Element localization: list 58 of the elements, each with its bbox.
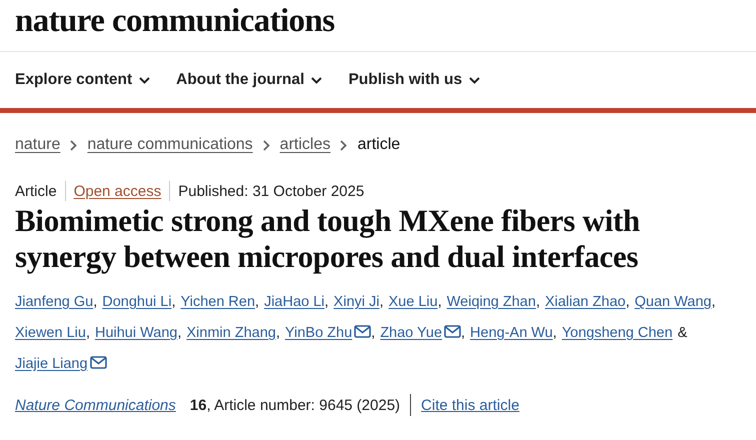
chevron-down-icon [311, 76, 322, 84]
author-link[interactable]: Jianfeng Gu [15, 294, 94, 310]
author-link[interactable]: Xue Liu [388, 294, 438, 310]
separator-text: , [86, 325, 90, 341]
author-link[interactable]: Yichen Ren [180, 294, 256, 310]
nav-menu-button[interactable]: Explore content [15, 71, 150, 89]
nav-menu-button[interactable]: Publish with us [348, 71, 480, 89]
separator-text: , [172, 294, 176, 310]
mail-icon[interactable] [354, 325, 372, 338]
author-link[interactable]: Xinyi Ji [334, 294, 380, 310]
author-link[interactable]: YinBo Zhu [284, 325, 352, 341]
cite-link[interactable]: Cite this article [421, 396, 520, 414]
separator-text: , [177, 325, 182, 341]
article-number: , Article number: 9645 (2025) [206, 396, 400, 414]
separator-text: , [711, 294, 716, 310]
author-link[interactable]: Zhao Yue [380, 325, 442, 341]
separator-text: , [93, 294, 98, 310]
separator-text: , [438, 294, 442, 310]
separator-text: , [324, 294, 329, 310]
author-link[interactable]: Quan Wang [634, 294, 712, 310]
open-access-link[interactable]: Open access [74, 182, 162, 200]
separator-text: , [536, 294, 540, 310]
author-link[interactable]: Xialian Zhao [544, 294, 626, 310]
chevron-right-icon [340, 140, 348, 150]
author-link[interactable]: Donghui Li [102, 294, 172, 310]
mail-icon[interactable] [90, 356, 107, 369]
breadcrumb-current: article [357, 136, 400, 154]
separator-text: , [276, 325, 280, 341]
author-link[interactable]: Xinmin Zhang [186, 325, 276, 341]
chevron-down-icon [469, 76, 480, 84]
separator-text: , [255, 294, 260, 310]
separator-text: , [379, 294, 384, 310]
author-link[interactable]: Huihui Wang [94, 325, 178, 341]
chevron-right-icon [262, 140, 270, 150]
author-link[interactable]: Weiqing Zhan [446, 294, 536, 310]
author-link[interactable]: Yongsheng Chen [562, 325, 673, 341]
breadcrumb-link[interactable]: nature communications [87, 136, 253, 154]
journal-logo[interactable]: nature communications [15, 5, 335, 38]
nav-menu-button[interactable]: About the journal [176, 71, 322, 89]
journal-link[interactable]: Nature Communications [15, 396, 176, 414]
article-title: Biomimetic strong and tough MXene fibers with synergy between micropores and dual interfaces [15, 203, 641, 275]
volume-number: 16 [190, 396, 207, 414]
published-date: Published: 31 October 2025 [178, 182, 364, 200]
author-link[interactable]: JiaHao Li [264, 294, 325, 310]
breadcrumb-link[interactable]: nature [15, 136, 60, 154]
article-type: Article [15, 182, 57, 200]
separator-text: , [626, 294, 630, 310]
author-link[interactable]: Xiewen Liu [15, 325, 86, 341]
separator-text: & [678, 325, 688, 341]
author-link[interactable]: Heng-An Wu [470, 325, 553, 341]
author-link[interactable]: Jiajie Liang [15, 356, 88, 372]
separator-text: , [371, 325, 376, 341]
chevron-down-icon [139, 76, 150, 84]
chevron-right-icon [70, 140, 78, 150]
separator-text: , [461, 325, 466, 341]
separator-text: , [552, 325, 557, 341]
breadcrumb-link[interactable]: articles [280, 136, 330, 154]
mail-icon[interactable] [444, 325, 462, 338]
